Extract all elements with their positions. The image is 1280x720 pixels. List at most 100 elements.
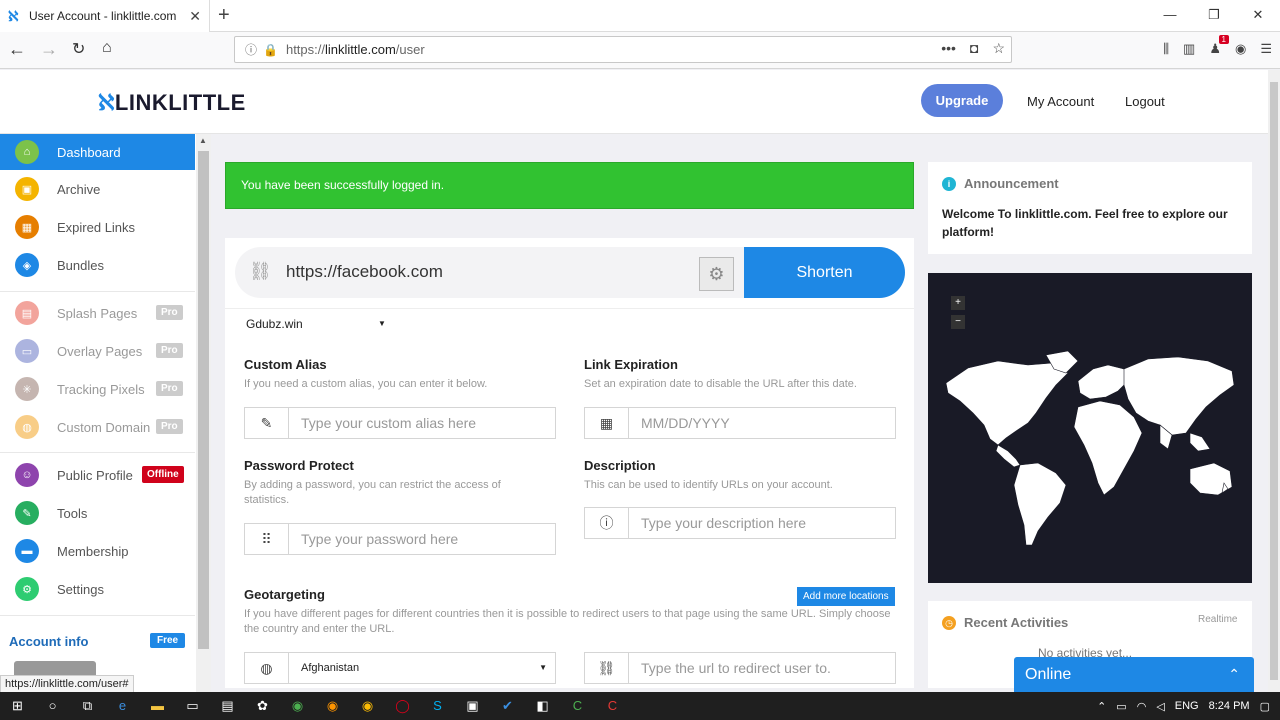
sidebar-item-settings[interactable]: ⚙ Settings: [0, 571, 195, 607]
media-icon[interactable]: ◧: [525, 692, 560, 720]
forward-button[interactable]: →: [40, 39, 58, 60]
sidebar-item-custom-domain[interactable]: ◍ Custom Domain Pro: [0, 409, 195, 445]
sidebar-item-tracking-pixels[interactable]: ✳ Tracking Pixels Pro: [0, 371, 195, 407]
restore-button[interactable]: ❐: [1192, 0, 1236, 32]
minimize-button[interactable]: —: [1148, 0, 1192, 32]
battery-icon[interactable]: ▭: [1116, 700, 1126, 713]
overlay-icon: ▭: [15, 339, 39, 363]
redirect-url-input[interactable]: Type the url to redirect user to.: [641, 660, 831, 676]
home-icon: ⌂: [15, 140, 39, 164]
recent-activities-title: Recent Activities: [964, 615, 1069, 630]
sidebar-item-tools[interactable]: ✎ Tools: [0, 495, 195, 531]
page-scrollbar[interactable]: [1268, 70, 1280, 692]
long-url-input[interactable]: https://facebook.com: [286, 262, 443, 282]
tray-chevron-up-icon[interactable]: ⌃: [1097, 700, 1106, 713]
notification-count: 1: [1218, 35, 1229, 44]
info-icon[interactable]: ⓘ: [245, 41, 257, 58]
sidebar-item-public-profile[interactable]: ☺ Public Profile Offline: [0, 457, 195, 493]
notepad-icon[interactable]: ▤: [210, 692, 245, 720]
description-help: This can be used to identify URLs on you…: [584, 479, 833, 491]
chevron-up-icon[interactable]: ⌃: [1228, 657, 1240, 692]
browser-tab[interactable]: ℵ User Account - linklittle.com ✕: [0, 0, 210, 32]
logout-link[interactable]: Logout: [1125, 94, 1165, 109]
home-button[interactable]: ⌂: [102, 39, 112, 57]
wifi-icon[interactable]: ◠: [1137, 700, 1147, 713]
chrome-canary-icon[interactable]: ◉: [350, 692, 385, 720]
store-icon[interactable]: ▣: [455, 692, 490, 720]
advanced-options-gear-icon[interactable]: ⚙: [699, 257, 734, 291]
sidebar-scrollbar[interactable]: ▲: [196, 134, 211, 692]
volume-icon[interactable]: ◁: [1156, 700, 1164, 713]
recorder-icon[interactable]: C: [595, 692, 630, 720]
link-icon: ⛓: [249, 261, 272, 281]
sidebar-item-expired-links[interactable]: ▦ Expired Links: [0, 209, 195, 245]
back-button[interactable]: ←: [8, 39, 26, 60]
edge-icon[interactable]: e: [105, 692, 140, 720]
windows-start-icon[interactable]: ⊞: [0, 692, 35, 720]
notification-icon[interactable]: ♟ 1: [1209, 35, 1229, 57]
sidebar-item-label: Overlay Pages: [57, 343, 143, 359]
shorten-form: ⛓ https://facebook.com ⚙ Shorten: [235, 247, 905, 298]
sidebar-item-membership[interactable]: ▬ Membership: [0, 533, 195, 569]
custom-alias-input[interactable]: Type your custom alias here: [301, 415, 476, 431]
bookmark-star-icon[interactable]: ☆: [992, 40, 1005, 57]
country-select[interactable]: ◍ Afghanistan ▼: [244, 652, 556, 684]
description-field[interactable]: ⓘ Type your description here: [584, 507, 896, 539]
scroll-up-icon[interactable]: ▲: [199, 136, 207, 145]
pocket-icon[interactable]: ◘: [970, 40, 978, 57]
wrench-icon: ✎: [15, 501, 39, 525]
chevron-down-icon[interactable]: ▼: [378, 319, 386, 328]
file-explorer-icon[interactable]: ▬: [140, 692, 175, 720]
library-icon[interactable]: ⫼: [1163, 41, 1169, 57]
address-bar[interactable]: ⓘ 🔒 https://linklittle.com/user ••• ◘ ☆: [234, 36, 1012, 63]
app-icon[interactable]: ✿: [245, 692, 280, 720]
sidebar-item-dashboard[interactable]: ⌂ Dashboard: [0, 134, 195, 170]
camtasia-icon[interactable]: C: [560, 692, 595, 720]
shorten-button[interactable]: Shorten: [744, 247, 905, 298]
sidebar-item-bundles[interactable]: ◈ Bundles: [0, 247, 195, 283]
custom-alias-field[interactable]: ✎ Type your custom alias here: [244, 407, 556, 439]
chrome-icon[interactable]: ◉: [280, 692, 315, 720]
extension-icon[interactable]: ◉: [1235, 41, 1246, 57]
redirect-url-field[interactable]: ⛓ Type the url to redirect user to.: [584, 652, 896, 684]
password-field[interactable]: ⠿ Type your password here: [244, 523, 556, 555]
upgrade-button[interactable]: Upgrade: [921, 84, 1003, 117]
password-input[interactable]: Type your password here: [301, 531, 458, 547]
sidebar-item-splash-pages[interactable]: ▤ Splash Pages Pro: [0, 295, 195, 331]
new-tab-button[interactable]: +: [218, 4, 230, 27]
site-logo[interactable]: ℵLINKLITTLE: [98, 90, 246, 116]
clock[interactable]: 8:24 PM: [1209, 700, 1250, 712]
page-actions-icon[interactable]: •••: [941, 40, 956, 57]
firefox-icon[interactable]: ◉: [315, 692, 350, 720]
notifications-icon[interactable]: ▢: [1260, 700, 1270, 713]
menu-icon[interactable]: ☰: [1260, 41, 1272, 57]
sidebar-item-overlay-pages[interactable]: ▭ Overlay Pages Pro: [0, 333, 195, 369]
close-window-button[interactable]: ✕: [1236, 0, 1280, 32]
page-scrollbar-thumb[interactable]: [1270, 82, 1278, 680]
close-tab-icon[interactable]: ✕: [189, 8, 201, 25]
reload-button[interactable]: ↻: [72, 39, 85, 59]
sidebar-item-archive[interactable]: ▣ Archive: [0, 171, 195, 207]
sidebar-toggle-icon[interactable]: ▥: [1183, 41, 1195, 57]
domain-select[interactable]: Gdubz.win: [246, 317, 303, 331]
my-account-link[interactable]: My Account: [1027, 94, 1094, 109]
gear-icon: ⚙: [15, 577, 39, 601]
chat-widget[interactable]: Online ⌃: [1014, 657, 1254, 692]
description-input[interactable]: Type your description here: [641, 515, 806, 531]
skype-icon[interactable]: S: [420, 692, 455, 720]
scrollbar-thumb[interactable]: [198, 151, 209, 649]
expiration-date-field[interactable]: ▦ MM/DD/YYYY: [584, 407, 896, 439]
opera-icon[interactable]: ◯: [385, 692, 420, 720]
desktop-icon[interactable]: ▭: [175, 692, 210, 720]
world-map[interactable]: + −: [928, 273, 1252, 583]
language-indicator[interactable]: ENG: [1175, 700, 1199, 712]
expiration-date-input[interactable]: MM/DD/YYYY: [641, 415, 730, 431]
pro-badge: Pro: [156, 419, 183, 434]
search-icon[interactable]: ○: [35, 692, 70, 720]
smile-icon: ☺: [15, 463, 39, 487]
add-more-locations-button[interactable]: Add more locations: [797, 587, 895, 606]
chevron-down-icon[interactable]: ▼: [539, 663, 547, 672]
check-app-icon[interactable]: ✔: [490, 692, 525, 720]
task-view-icon[interactable]: ⧉: [70, 692, 105, 720]
sidebar-item-label: Splash Pages: [57, 305, 138, 321]
